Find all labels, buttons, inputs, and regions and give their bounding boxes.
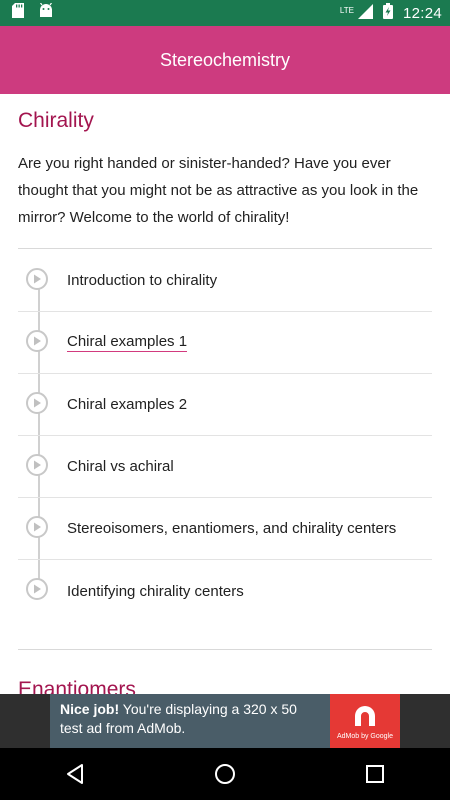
lesson-label: Stereoisomers, enantiomers, and chiralit… bbox=[67, 520, 397, 537]
clock: 12:24 bbox=[402, 4, 442, 22]
recents-button[interactable] bbox=[355, 754, 395, 794]
ad-content[interactable]: Nice job! You're displaying a 320 x 50 t… bbox=[50, 694, 400, 748]
lesson-item[interactable]: Identifying chirality centers bbox=[18, 560, 432, 622]
admob-icon bbox=[355, 706, 375, 726]
network-type: LTE bbox=[339, 6, 354, 15]
lesson-label: Chiral examples 1 bbox=[67, 333, 188, 352]
lesson-label: Identifying chirality centers bbox=[67, 582, 244, 600]
page-title: Stereochemistry bbox=[159, 49, 291, 70]
content-scroll-area[interactable]: Chirality Are you right handed or sinist… bbox=[0, 94, 450, 694]
back-icon bbox=[67, 764, 83, 784]
divider bbox=[18, 248, 432, 249]
system-nav-bar bbox=[0, 748, 450, 800]
lesson-item[interactable]: Introduction to chirality bbox=[18, 250, 432, 312]
play-icon bbox=[26, 516, 48, 538]
play-icon bbox=[26, 330, 48, 352]
lesson-label: Chiral examples 2 bbox=[67, 396, 188, 413]
signal-icon bbox=[357, 3, 373, 23]
lesson-label: Introduction to chirality bbox=[67, 272, 218, 289]
android-icon bbox=[38, 2, 54, 23]
ad-headline: Nice job! bbox=[60, 701, 120, 717]
battery-charging-icon bbox=[382, 3, 393, 23]
lesson-item[interactable]: Chiral examples 1 bbox=[18, 312, 432, 374]
home-button[interactable] bbox=[205, 754, 245, 794]
play-icon bbox=[26, 578, 48, 600]
lesson-item[interactable]: Stereoisomers, enantiomers, and chiralit… bbox=[18, 498, 432, 560]
home-icon bbox=[215, 764, 235, 784]
back-button[interactable] bbox=[55, 754, 95, 794]
status-bar: LTE 12:24 bbox=[0, 0, 450, 26]
divider bbox=[18, 649, 432, 650]
next-section-title: Enantiomers bbox=[18, 678, 136, 694]
section-description: Are you right handed or sinister-handed?… bbox=[18, 155, 419, 226]
ad-banner[interactable]: Nice job! You're displaying a 320 x 50 t… bbox=[0, 694, 450, 748]
ad-logo-caption: AdMob by Google bbox=[336, 733, 394, 740]
play-icon bbox=[26, 454, 48, 476]
lesson-list: Introduction to chirality Chiral example… bbox=[18, 250, 432, 622]
lesson-label: Chiral vs achiral bbox=[67, 458, 174, 475]
play-icon bbox=[26, 268, 48, 290]
lesson-item[interactable]: Chiral examples 2 bbox=[18, 374, 432, 436]
section-title: Chirality bbox=[18, 109, 94, 132]
admob-logo: AdMob by Google bbox=[330, 694, 400, 748]
sd-card-icon bbox=[12, 3, 24, 23]
lesson-item[interactable]: Chiral vs achiral bbox=[18, 436, 432, 498]
ad-text: Nice job! You're displaying a 320 x 50 t… bbox=[50, 694, 330, 748]
play-icon bbox=[26, 392, 48, 414]
recents-icon bbox=[366, 765, 384, 783]
app-bar: Stereochemistry bbox=[0, 26, 450, 94]
